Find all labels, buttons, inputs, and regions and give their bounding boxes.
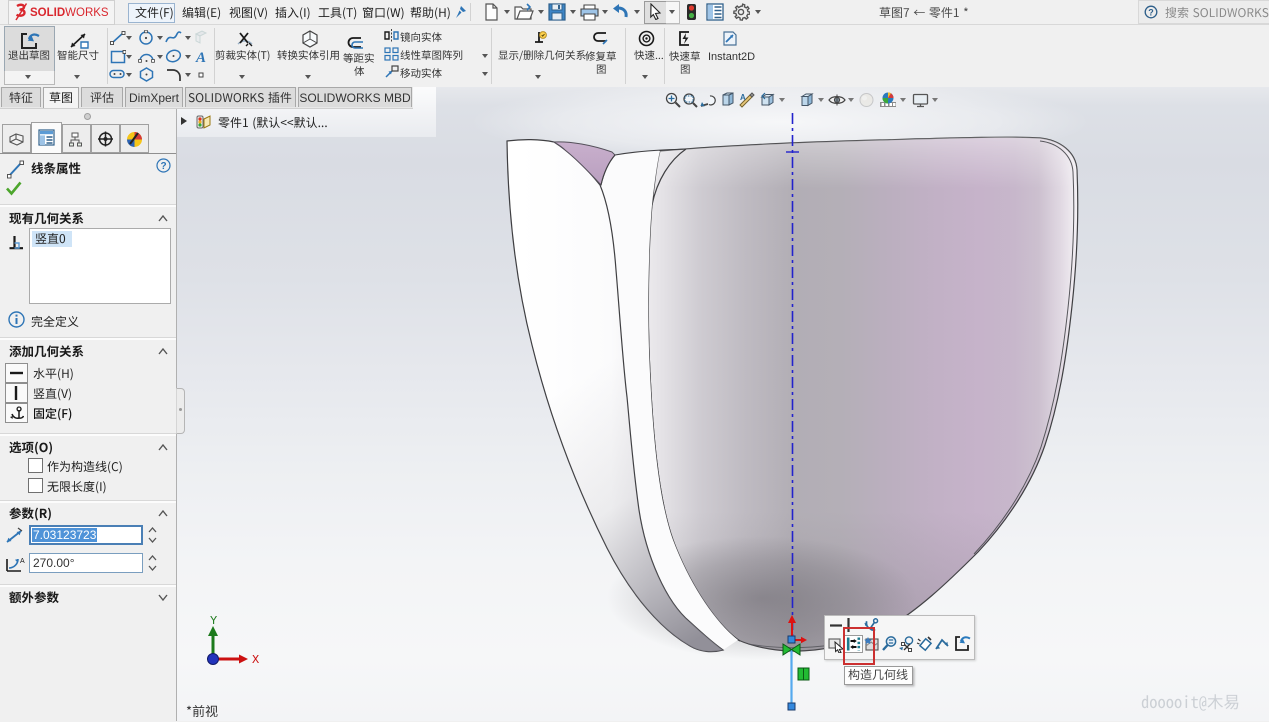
svg-text:A: A	[740, 93, 746, 102]
svg-text:?: ?	[160, 161, 166, 172]
svg-text:A: A	[20, 558, 25, 565]
svg-text:A: A	[195, 50, 206, 64]
svg-text:X: X	[252, 653, 259, 667]
svg-text:SOLIDWORKS: SOLIDWORKS	[30, 7, 109, 19]
svg-text:?: ?	[1148, 7, 1154, 17]
svg-text:Y: Y	[210, 614, 217, 628]
